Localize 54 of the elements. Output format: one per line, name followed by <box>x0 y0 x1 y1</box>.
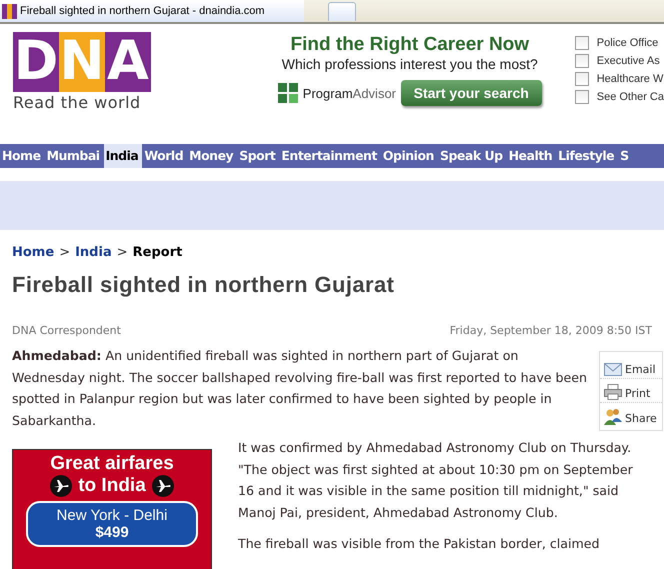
nav-tab[interactable]: World <box>142 144 188 168</box>
ad-text: to India <box>78 475 146 497</box>
envelope-icon <box>604 363 622 376</box>
ad-text: Great airfares <box>50 453 174 475</box>
airplane-icon <box>50 475 72 497</box>
airfare-ad[interactable]: Great airfares to India New York - Delhi $499 <box>12 449 212 569</box>
nav-tab[interactable]: Health <box>506 144 556 168</box>
breadcrumb-separator: > <box>59 245 70 260</box>
nav-tab[interactable]: Money <box>187 144 238 168</box>
article-paragraph: It was confirmed by Ahmedabad Astronomy Club on Thursday. "The object was first sighted at about 10:30 pm on September 16 and it was visible in the same position till midnight," said Manoj Pai, president, Ahmedabad Astronomy Club. <box>238 439 634 522</box>
logo-tagline: Read the world <box>13 93 142 112</box>
ad-heading: Find the Right Career Now <box>290 34 530 56</box>
nav-tab[interactable]: Home <box>0 144 45 168</box>
nav-tab[interactable]: Sport <box>237 144 280 168</box>
checkbox[interactable] <box>574 72 589 86</box>
browser-tab[interactable]: Fireball sighted in northern Gujarat - dnaindia.com <box>0 0 304 22</box>
article-headline: Fireball sighted in northern Gujarat <box>12 272 396 298</box>
new-tab-button[interactable] <box>328 2 356 21</box>
share-tool-link[interactable]: Print <box>600 379 662 404</box>
breadcrumb-link[interactable]: Home <box>12 245 54 260</box>
nav-tab[interactable]: India <box>104 144 142 168</box>
fare-price: $499 <box>95 524 129 541</box>
nav-tab[interactable]: S <box>618 144 633 168</box>
ad-question: Which professions interest you the most? <box>282 56 538 72</box>
logo-letters[interactable]: DNA <box>13 32 151 92</box>
grid-logo-icon <box>278 83 298 103</box>
share-tool-link[interactable]: Share <box>600 403 662 427</box>
option-label: See Other Ca <box>596 91 664 103</box>
breadcrumb-current: Report <box>132 245 182 260</box>
article-paragraph: The fireball was visible from the Pakistan border, claimed <box>238 535 601 553</box>
nav-tab[interactable]: Opinion <box>380 144 438 168</box>
site-icon <box>2 4 17 18</box>
option-label: Healthcare W <box>596 73 664 85</box>
nav-tab[interactable]: Entertainment <box>279 144 381 168</box>
article-date: Friday, September 18, 2009 8:50 IST <box>450 324 652 337</box>
option-label: Executive As <box>596 55 660 67</box>
people-icon <box>604 408 622 425</box>
nav-tab[interactable]: Lifestyle <box>556 144 618 168</box>
checkbox[interactable] <box>574 90 589 104</box>
article-paragraph: Ahmedabad: An unidentified fireball was sighted in northern part of Gujarat on Wednesday night. The soccer ballshaped revolving fire-ball was first reported to have been spotted in Palanpur region but was later confirmed to have been sighted by people in Sabarkantha. <box>12 347 588 430</box>
airplane-icon <box>152 475 174 497</box>
start-search-button[interactable]: Start your search <box>400 80 542 106</box>
nav-tab[interactable]: Speak Up <box>438 144 507 168</box>
checkbox[interactable] <box>574 36 589 50</box>
breadcrumb-separator: > <box>116 245 128 260</box>
printer-icon <box>604 384 622 400</box>
checkbox[interactable] <box>574 54 589 68</box>
breadcrumb-link[interactable]: India <box>75 245 112 260</box>
share-tool-link[interactable]: Email <box>600 355 662 380</box>
fare-route: New York - Delhi <box>56 507 168 524</box>
option-label: Police Office <box>596 37 658 49</box>
nav-tab[interactable]: Mumbai <box>44 144 104 168</box>
article-author: DNA Correspondent <box>12 324 121 337</box>
brand-name: ProgramAdvisor <box>302 86 396 100</box>
